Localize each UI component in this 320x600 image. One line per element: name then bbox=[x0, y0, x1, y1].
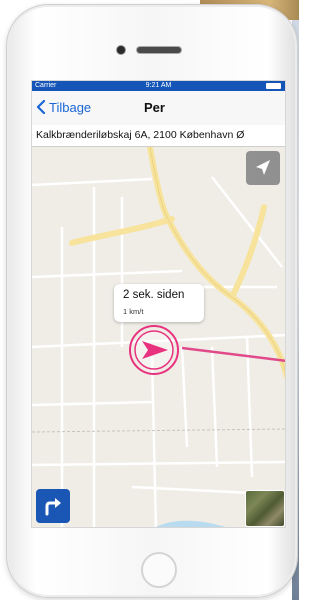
address-label: Kalkbrænderiløbskaj 6A, 2100 København Ø bbox=[32, 125, 285, 147]
navigation-bar: Tilbage Per bbox=[32, 91, 285, 125]
turn-right-icon bbox=[45, 498, 61, 516]
status-bar: Carrier 9:21 AM bbox=[32, 81, 285, 91]
location-callout: 2 sek. siden 1 km/t bbox=[114, 284, 204, 322]
pointer-line bbox=[182, 346, 285, 363]
directions-button[interactable] bbox=[36, 489, 70, 523]
front-camera bbox=[117, 46, 125, 54]
location-arrow-icon bbox=[256, 160, 270, 175]
navigation-arrow-icon[interactable] bbox=[128, 324, 184, 380]
satellite-map-icon[interactable] bbox=[245, 490, 285, 527]
chevron-left-icon[interactable] bbox=[36, 100, 46, 114]
app-screenshot: Carrier 9:21 AM Tilbage Per Kalkbrænderi… bbox=[0, 0, 299, 600]
back-button[interactable]: Tilbage bbox=[49, 100, 91, 115]
earpiece-speaker bbox=[137, 47, 181, 53]
callout-speed: 1 km/t bbox=[123, 307, 144, 316]
home-button[interactable] bbox=[141, 552, 177, 588]
phone-screen: Carrier 9:21 AM Tilbage Per Kalkbrænderi… bbox=[31, 80, 286, 528]
status-time: 9:21 AM bbox=[145, 82, 172, 89]
callout-time-ago: 2 sek. siden bbox=[123, 289, 185, 301]
page-title: Per bbox=[144, 100, 165, 115]
map-view[interactable]: 2 sek. siden 1 km/t bbox=[32, 147, 285, 527]
locate-button[interactable] bbox=[246, 151, 280, 185]
battery-icon bbox=[266, 83, 281, 89]
